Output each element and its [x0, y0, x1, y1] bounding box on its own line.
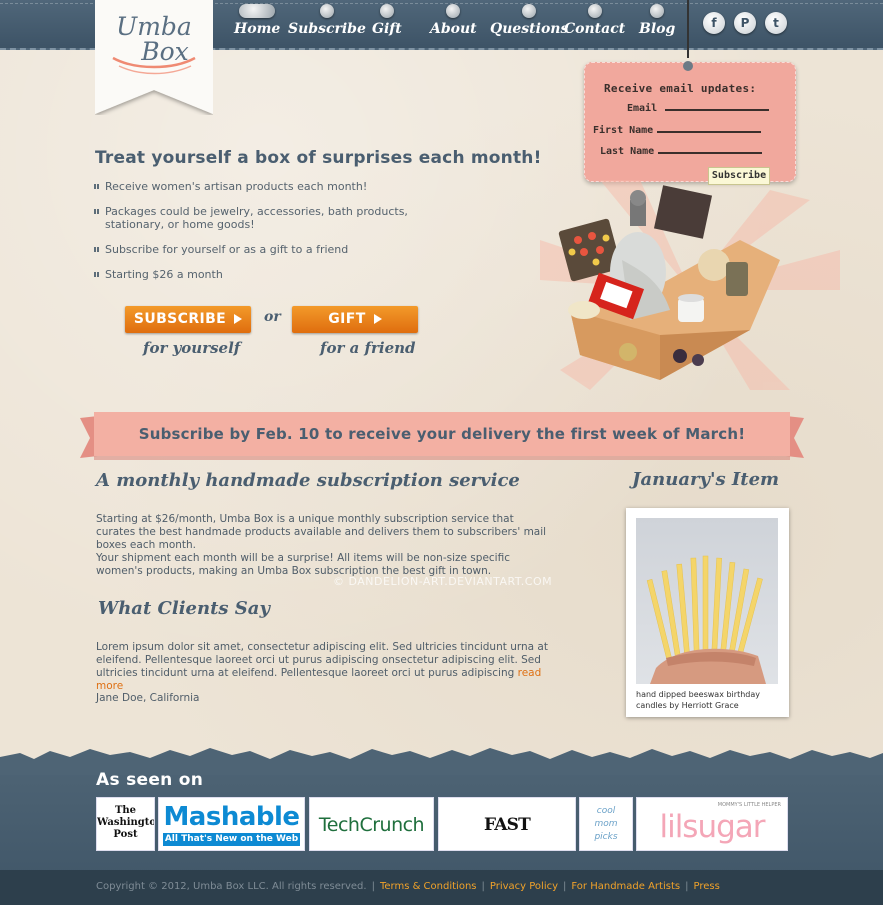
nav-knob-icon	[319, 4, 334, 18]
nav-knob-icon	[446, 4, 461, 18]
nav-knob-icon	[379, 4, 394, 18]
nav-blog[interactable]: Blog	[639, 4, 675, 37]
press-logo-line: lilsugar	[659, 809, 765, 845]
list-item: Starting $26 a month	[94, 268, 454, 281]
gift-button[interactable]: GIFT	[292, 306, 418, 333]
or-label: or	[264, 309, 281, 325]
nav-label: Questions	[490, 21, 569, 37]
january-item-card[interactable]: hand dipped beeswax birthday candles by …	[626, 508, 789, 717]
site-logo[interactable]: Umba Box	[95, 0, 213, 115]
as-seen-on-heading: As seen on	[96, 770, 204, 790]
january-heading: January's Item	[632, 469, 780, 490]
nav-knob-icon	[239, 4, 276, 18]
email-card-title: Receive email updates:	[604, 82, 757, 95]
last-name-row: Last Name	[600, 145, 763, 157]
play-arrow-icon	[373, 314, 382, 324]
hero-headline: Treat yourself a box of surprises each m…	[95, 148, 542, 168]
press-logo-line: Post	[113, 829, 138, 840]
nav-gift[interactable]: Gift	[372, 4, 402, 37]
tag-hole	[683, 61, 693, 71]
logo-wordmark: Umba Box	[95, 14, 213, 64]
subscribe-button-label: SUBSCRIBE	[133, 311, 227, 327]
nav-questions[interactable]: Questions	[490, 4, 568, 37]
divider: |	[563, 881, 567, 892]
press-logo-line: Washington	[97, 817, 154, 828]
feature-list: Receive women's artisan products each mo…	[94, 180, 454, 293]
list-item: Subscribe for yourself or as a gift to a…	[94, 243, 454, 256]
first-name-field[interactable]	[657, 124, 762, 133]
tag-string	[687, 0, 689, 58]
nav-label: Blog	[639, 21, 676, 37]
terms-link[interactable]: Terms & Conditions	[380, 881, 477, 892]
press-logo-line: All That's New on the Web	[163, 833, 300, 846]
promo-banner: Subscribe by Feb. 10 to receive your del…	[80, 412, 804, 462]
nav-subscribe[interactable]: Subscribe	[288, 4, 366, 37]
about-heading: A monthly handmade subscription service	[96, 470, 520, 491]
press-logo-line: Mashable	[163, 802, 300, 832]
candles-photo	[636, 518, 778, 684]
facebook-icon[interactable]: f	[703, 12, 725, 34]
press-link[interactable]: Press	[693, 881, 719, 892]
email-field[interactable]	[665, 102, 770, 111]
testimonial-author: Jane Doe, California	[96, 692, 200, 704]
nav-label: Home	[234, 21, 281, 37]
first-name-label: First Name	[593, 125, 654, 136]
list-item: Receive women's artisan products each mo…	[94, 180, 454, 193]
artists-link[interactable]: For Handmade Artists	[571, 881, 680, 892]
email-label: Email	[627, 103, 658, 114]
email-field-row: Email	[627, 102, 770, 114]
footer-links-row: Copyright © 2012, Umba Box LLC. All righ…	[96, 881, 720, 892]
pinterest-icon[interactable]: P	[734, 12, 756, 34]
january-item-caption: hand dipped beeswax birthday candles by …	[636, 690, 760, 710]
gift-subtitle: for a friend	[320, 339, 416, 357]
nav-label: About	[430, 21, 477, 37]
play-arrow-icon	[234, 314, 243, 324]
email-signup-card	[584, 61, 796, 182]
press-logo-line: The	[114, 805, 137, 816]
testimonial-heading: What Clients Say	[98, 598, 270, 619]
divider: |	[685, 881, 689, 892]
gift-button-label: GIFT	[328, 311, 366, 327]
nav-label: Gift	[372, 21, 402, 37]
nav-about[interactable]: About	[430, 4, 477, 37]
banner-text: Subscribe by Feb. 10 to receive your del…	[138, 425, 746, 443]
testimonial-body: Lorem ipsum dolor sit amet, consectetur …	[96, 641, 548, 679]
footer-edge-shape	[0, 748, 883, 775]
nav-knob-icon	[522, 4, 537, 18]
last-name-label: Last Name	[600, 146, 655, 157]
press-logo-washington-post[interactable]: The Washington Post	[96, 797, 155, 851]
first-name-row: First Name	[593, 124, 762, 136]
nav-label: Contact	[564, 21, 626, 37]
watermark-text: © DANDELION-ART.DEVIANTART.COM	[333, 575, 553, 588]
press-logo-line: mom	[594, 819, 618, 829]
gift-box-illustration	[540, 180, 840, 390]
testimonial-text: Lorem ipsum dolor sit amet, consectetur …	[96, 641, 556, 693]
press-logo-fast-company[interactable]: FAST COMPANY	[438, 797, 576, 851]
privacy-link[interactable]: Privacy Policy	[490, 881, 558, 892]
nav-knob-icon	[650, 4, 665, 18]
about-paragraph-1: Starting at $26/month, Umba Box is a uni…	[96, 513, 547, 551]
logo-line2: Box	[141, 37, 189, 66]
nav-label: Subscribe	[288, 21, 366, 37]
press-logo-mashable[interactable]: Mashable All That's New on the Web	[158, 797, 305, 851]
press-logo-line: cool	[596, 806, 616, 816]
list-item: Packages could be jewelry, accessories, …	[94, 205, 454, 231]
twitter-icon[interactable]: t	[765, 12, 787, 34]
subscribe-subtitle: for yourself	[143, 339, 241, 357]
subscribe-button[interactable]: SUBSCRIBE	[125, 306, 251, 333]
press-logo-techcrunch[interactable]: TechCrunch	[309, 797, 434, 851]
press-logo-lilsugar[interactable]: MOMMY'S LITTLE HELPER lilsugar	[636, 797, 788, 851]
nav-knob-icon	[587, 4, 602, 18]
last-name-field[interactable]	[658, 145, 763, 154]
divider: |	[481, 881, 485, 892]
nav-home[interactable]: Home	[234, 4, 280, 37]
nav-contact[interactable]: Contact	[564, 4, 625, 37]
press-logo-line: picks	[594, 832, 618, 842]
candles-image	[646, 555, 766, 684]
copyright-text: Copyright © 2012, Umba Box LLC. All righ…	[96, 881, 367, 892]
divider: |	[371, 881, 375, 892]
press-logo-cool-mom-picks[interactable]: cool mom picks	[579, 797, 633, 851]
